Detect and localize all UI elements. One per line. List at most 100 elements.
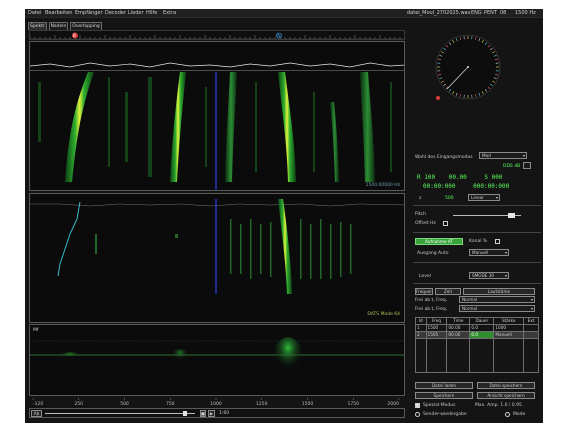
cyan-trace bbox=[57, 201, 81, 277]
wahl-label: Wahl des Eingangsmodus bbox=[415, 155, 473, 160]
datei-speichern-button[interactable]: Datei speichern bbox=[477, 382, 535, 389]
offset-label: Offset Hz bbox=[415, 221, 436, 226]
col-staerke[interactable]: Stärke bbox=[493, 317, 525, 325]
col-ext[interactable]: Ext bbox=[523, 317, 539, 325]
playback-slider-track[interactable] bbox=[45, 413, 195, 415]
pitch-label: Pitch bbox=[415, 212, 426, 217]
datei-laden-button[interactable]: Datei laden bbox=[415, 382, 473, 389]
axis-tick-label: 2000 bbox=[388, 401, 400, 406]
lower-caption: Mf bbox=[33, 328, 39, 333]
lower-svg bbox=[30, 337, 404, 373]
file-name-label: datei_Moul_2702025.wav bbox=[407, 10, 471, 16]
rate-select[interactable]: Linear bbox=[468, 194, 500, 201]
col-freq[interactable]: Freq bbox=[425, 317, 448, 325]
green-readout-2: 00:00:000 000:00:000 bbox=[423, 183, 510, 190]
compass-dial-icon[interactable] bbox=[433, 32, 503, 102]
ansicht-speichern-button[interactable]: Ansicht speichern bbox=[477, 392, 535, 399]
tab-nadeln[interactable]: Nadeln bbox=[49, 22, 68, 30]
message-table[interactable]: Id Freq Time Dauer Stärke Ext 1 1500 00.… bbox=[415, 317, 539, 373]
axis-tick-label: 1500 bbox=[302, 401, 314, 406]
auto-label: Ausgang Auto bbox=[417, 251, 449, 256]
pitch-slider-thumb[interactable] bbox=[507, 213, 515, 218]
green-readout-1: R 100 00.00 S 000 bbox=[417, 174, 503, 181]
col-dauer[interactable]: Dauer bbox=[469, 317, 495, 325]
menu-lang[interactable]: ENG bbox=[471, 10, 482, 16]
playback-slider-thumb[interactable] bbox=[182, 411, 187, 416]
signal-view-area: B A 1500.00000 Hz DATS Mode 64 Mf -120 2… bbox=[29, 30, 405, 420]
menu-bar: Datei Bearbeiten Empfänger Decoder Liede… bbox=[25, 9, 543, 18]
sender-label: Sender-wiedergabe bbox=[423, 412, 467, 417]
marker-b-label: B bbox=[73, 33, 76, 38]
level-select[interactable]: SMODE 30 bbox=[469, 272, 509, 279]
row-b-select[interactable]: Normal bbox=[459, 305, 535, 312]
rate-value: 500 bbox=[445, 196, 454, 201]
table-header-row: Id Freq Time Dauer Stärke Ext bbox=[415, 317, 539, 325]
wahl-select[interactable]: Mod bbox=[479, 152, 527, 159]
menu-lieder[interactable]: Lieder bbox=[128, 10, 144, 16]
table-row[interactable]: 2 1505 00.00 0.0 Manuell bbox=[415, 331, 539, 339]
row-a-select[interactable]: Normal bbox=[459, 296, 535, 303]
tab-spektr[interactable]: Spektr bbox=[28, 22, 47, 30]
bottom-ticks: -120 250 500 750 1000 1250 1500 1750 2000 bbox=[32, 398, 400, 406]
divider-2 bbox=[413, 232, 541, 233]
db-field[interactable] bbox=[523, 162, 531, 169]
offset-checkbox[interactable] bbox=[443, 221, 448, 226]
frequency-ruler[interactable]: B A bbox=[29, 30, 405, 40]
divider-4 bbox=[413, 283, 541, 284]
kanal-checkbox[interactable] bbox=[495, 239, 500, 244]
ruler-svg bbox=[30, 32, 404, 39]
col-id[interactable]: Id bbox=[415, 317, 427, 325]
axis-tick-label: 250 bbox=[74, 401, 83, 406]
lautstaerke-button[interactable]: Lautstärke bbox=[463, 288, 535, 295]
menu-freq: 1500 Hz bbox=[515, 10, 536, 16]
level-label: Level bbox=[419, 274, 431, 279]
row-a-label: Frei ab t, Freq. bbox=[415, 298, 448, 303]
ab-button[interactable]: Ab bbox=[31, 410, 42, 417]
vollbild-radio[interactable] bbox=[415, 412, 420, 417]
marker-a-label: A bbox=[277, 33, 280, 38]
menu-bearbeiten[interactable]: Bearbeiten bbox=[45, 10, 72, 16]
table-row[interactable]: 1 1500 00.00 0.0 1000 bbox=[415, 324, 539, 332]
spectrum-caption: DATS Mode 64 bbox=[367, 312, 400, 317]
stop-icon[interactable]: ■ bbox=[200, 410, 206, 417]
spezial-label: Spezial-Modus bbox=[423, 403, 456, 408]
menu-extra[interactable]: Extra bbox=[163, 10, 176, 16]
zeit-button[interactable]: Zeit bbox=[435, 288, 461, 295]
waterfall-caption: 1500.00000 Hz bbox=[365, 183, 400, 188]
menu-datei[interactable]: Datei bbox=[28, 10, 41, 16]
mode-label: Mode bbox=[513, 412, 526, 417]
waterfall-panel[interactable]: 1500.00000 Hz bbox=[29, 41, 405, 191]
spectrum-panel[interactable]: DATS Mode 64 bbox=[29, 193, 405, 323]
row-b-label: Frei ab t, Freq. bbox=[415, 307, 448, 312]
max-amp-label: Max. Amp. 1.0 / 0.95 bbox=[475, 403, 522, 408]
menu-decoder[interactable]: Decoder bbox=[105, 10, 126, 16]
auto-select[interactable]: Manuell bbox=[469, 249, 509, 256]
speed-label: 1:60 bbox=[219, 411, 230, 416]
axis-tick-label: 1000 bbox=[210, 401, 222, 406]
play-icon[interactable]: ▶ bbox=[208, 410, 215, 417]
bottom-axis: -120 250 500 750 1000 1250 1500 1750 2000 bbox=[29, 398, 405, 406]
axis-tick-label: -120 bbox=[33, 401, 43, 406]
col-time[interactable]: Time bbox=[446, 317, 471, 325]
app-window: Datei Bearbeiten Empfänger Decoder Liede… bbox=[25, 9, 543, 423]
menu-hilfe[interactable]: Hilfe bbox=[146, 10, 157, 16]
mode-radio[interactable] bbox=[505, 412, 510, 417]
axis-tick-label: 1250 bbox=[256, 401, 268, 406]
spezial-checkbox[interactable] bbox=[415, 403, 420, 408]
menu-empfaenger[interactable]: Empfänger bbox=[75, 10, 103, 16]
db-label: DDS dB bbox=[503, 164, 521, 169]
spectrum-svg bbox=[30, 199, 404, 294]
menu-pent[interactable]: PENT bbox=[484, 10, 497, 16]
lower-spectrum-panel[interactable]: Mf bbox=[29, 324, 405, 396]
frequenz-button[interactable]: Frequenz bbox=[415, 288, 433, 295]
divider-1 bbox=[413, 205, 541, 206]
record-icon[interactable] bbox=[436, 96, 440, 100]
waterfall-svg bbox=[30, 62, 404, 190]
tab-overlapping[interactable]: Overlapping bbox=[70, 22, 102, 30]
axis-tick-label: 750 bbox=[166, 401, 175, 406]
control-panel: Wahl des Eingangsmodus Mod DDS dB R 100 … bbox=[413, 30, 541, 422]
aufnahme-button[interactable]: Aufnahme AT bbox=[415, 238, 463, 245]
speichern-button[interactable]: Speichern bbox=[415, 392, 473, 399]
divider-3 bbox=[413, 262, 541, 263]
ruler-ticks bbox=[30, 35, 401, 39]
